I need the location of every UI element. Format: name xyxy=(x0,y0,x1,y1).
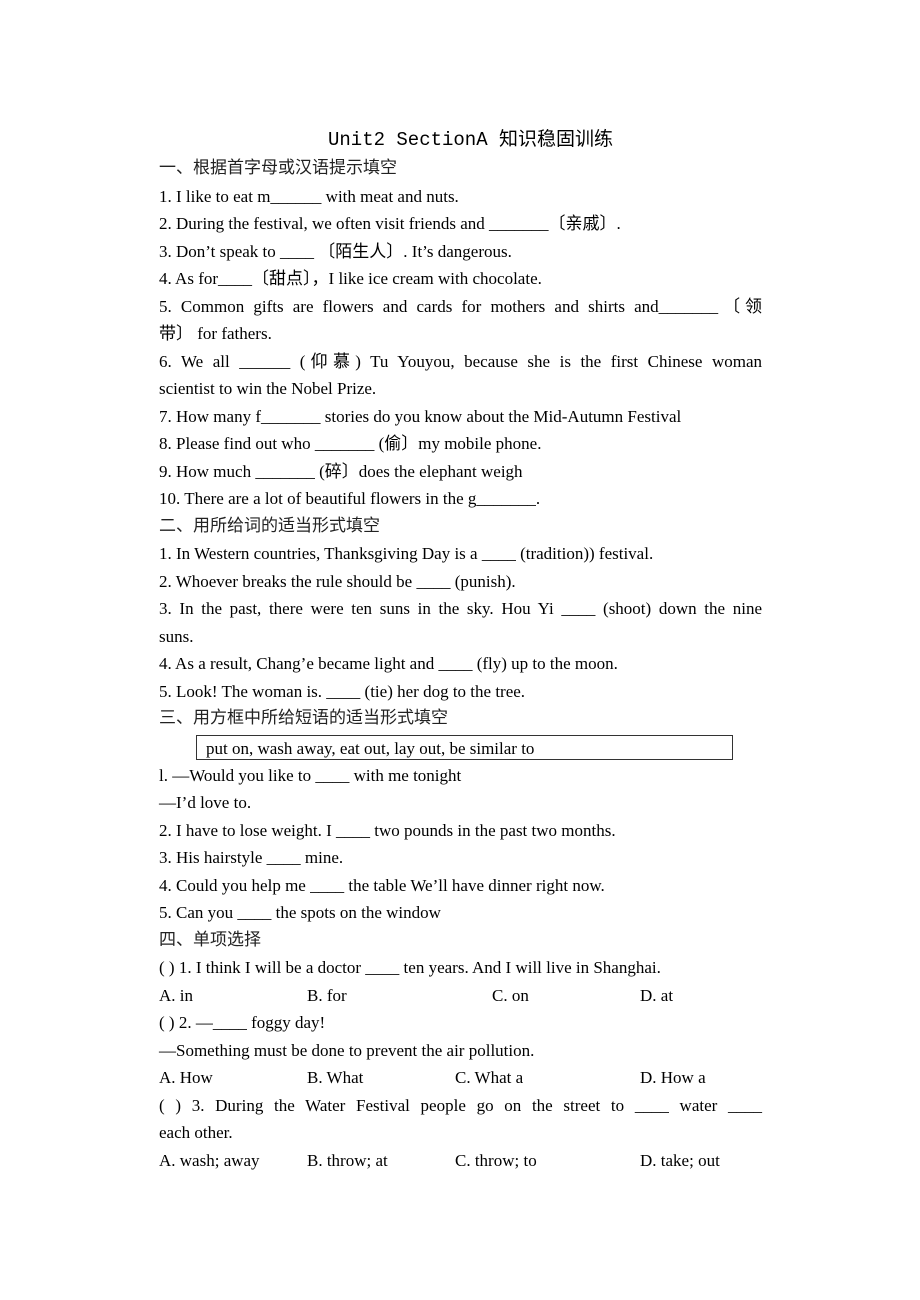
section1-item-6-line2: scientist to win the Nobel Prize. xyxy=(159,379,377,398)
section2-item-3-line1: 3. In the past, there were ten suns in t… xyxy=(159,599,762,618)
section2-item-5: 5. Look! The woman is. ____ (tie) her do… xyxy=(159,681,526,701)
mcq-1-option-a: A. in xyxy=(159,985,193,1005)
section1-item-10: 10. There are a lot of beautiful flowers… xyxy=(159,489,541,508)
section3-item-2: 2. I have to lose weight. I ____ two pou… xyxy=(159,820,616,840)
worksheet-page: Unit2 SectionA 知识稳固训练 一、根据首字母或汉语提示填空 1. … xyxy=(159,126,762,1174)
section1-item-6-line1: 6. We all ______ (仰慕) Tu Youyou, because… xyxy=(159,351,762,371)
mcq-2-option-c: C. What a xyxy=(455,1068,524,1087)
section3-item-4: 4. Could you help me ____ the table We’l… xyxy=(159,875,605,895)
section3-item-1: l. —Would you like to ____ with me tonig… xyxy=(159,765,462,785)
section3-heading: 三、用方框中所给短语的适当形式填空 xyxy=(159,708,448,728)
phrase-box-container: put on, wash away, eat out, lay out, be … xyxy=(159,733,762,762)
section4-heading: 四、单项选择 xyxy=(159,929,261,950)
mcq-3-options: A. wash; away B. throw; at C. throw; to … xyxy=(159,1147,762,1175)
phrase-box: put on, wash away, eat out, lay out, be … xyxy=(196,734,733,760)
section2-item-4: 4. As a result, Chang’e became light and… xyxy=(159,654,618,673)
mcq-2-stem: ( ) 2. —____ foggy day! xyxy=(159,1013,326,1032)
section1-item-1: 1. I like to eat m______ with meat and n… xyxy=(159,186,459,206)
mcq-2-stem-reply: —Something must be done to prevent the a… xyxy=(159,1040,535,1060)
section1-item-5-line2: 带〕 for fathers. xyxy=(159,324,272,343)
mcq-2-option-a: A. How xyxy=(159,1068,213,1087)
section3-item-1-reply: —I’d love to. xyxy=(159,793,252,812)
section2-heading: 二、用所给词的适当形式填空 xyxy=(159,515,380,536)
mcq-3-stem: ( ) 3. During the Water Festival people … xyxy=(159,1095,762,1115)
mcq-2-option-b: B. What xyxy=(307,1068,364,1087)
section1-item-3: 3. Don’t speak to ____ 〔陌生人〕. It’s dange… xyxy=(159,241,512,261)
mcq-3-option-b: B. throw; at xyxy=(307,1150,388,1170)
section3-item-3: 3. His hairstyle ____ mine. xyxy=(159,848,344,867)
mcq-1-option-d: D. at xyxy=(640,985,674,1005)
section1-item-9: 9. How much _______ (碎〕does the elephant… xyxy=(159,461,523,481)
worksheet-title: Unit2 SectionA 知识稳固训练 xyxy=(327,129,614,151)
section1-item-8: 8. Please find out who _______ (偷〕my mob… xyxy=(159,434,542,453)
mcq-3-option-a: A. wash; away xyxy=(159,1150,260,1170)
mcq-1-stem: ( ) 1. I think I will be a doctor ____ t… xyxy=(159,958,661,977)
mcq-1-options: A. in B. for C. on D. at xyxy=(159,982,762,1010)
section2-item-3-line2: suns. xyxy=(159,626,194,646)
section1-heading: 一、根据首字母或汉语提示填空 xyxy=(159,158,397,178)
mcq-3-option-c: C. throw; to xyxy=(455,1150,537,1170)
mcq-1-option-c: C. on xyxy=(492,985,529,1005)
section1-item-2: 2. During the festival, we often visit f… xyxy=(159,214,621,233)
mcq-2-option-d: D. How a xyxy=(640,1068,706,1087)
mcq-2-options: A. How B. What C. What a D. How a xyxy=(159,1064,762,1092)
mcq-3-option-d: D. take; out xyxy=(640,1150,720,1170)
section1-item-7: 7. How many f_______ stories do you know… xyxy=(159,406,682,426)
section2-item-2: 2. Whoever breaks the rule should be ___… xyxy=(159,571,516,591)
section3-item-5: 5. Can you ____ the spots on the window xyxy=(159,903,441,922)
section1-item-4: 4. As for____〔甜点〕，I like ice cream with … xyxy=(159,269,542,288)
section2-item-1: 1. In Western countries, Thanksgiving Da… xyxy=(159,544,654,563)
mcq-1-option-b: B. for xyxy=(307,985,347,1005)
section1-item-5-line1: 5. Common gifts are flowers and cards fo… xyxy=(159,296,762,316)
mcq-3-stem-cont: each other. xyxy=(159,1123,233,1142)
